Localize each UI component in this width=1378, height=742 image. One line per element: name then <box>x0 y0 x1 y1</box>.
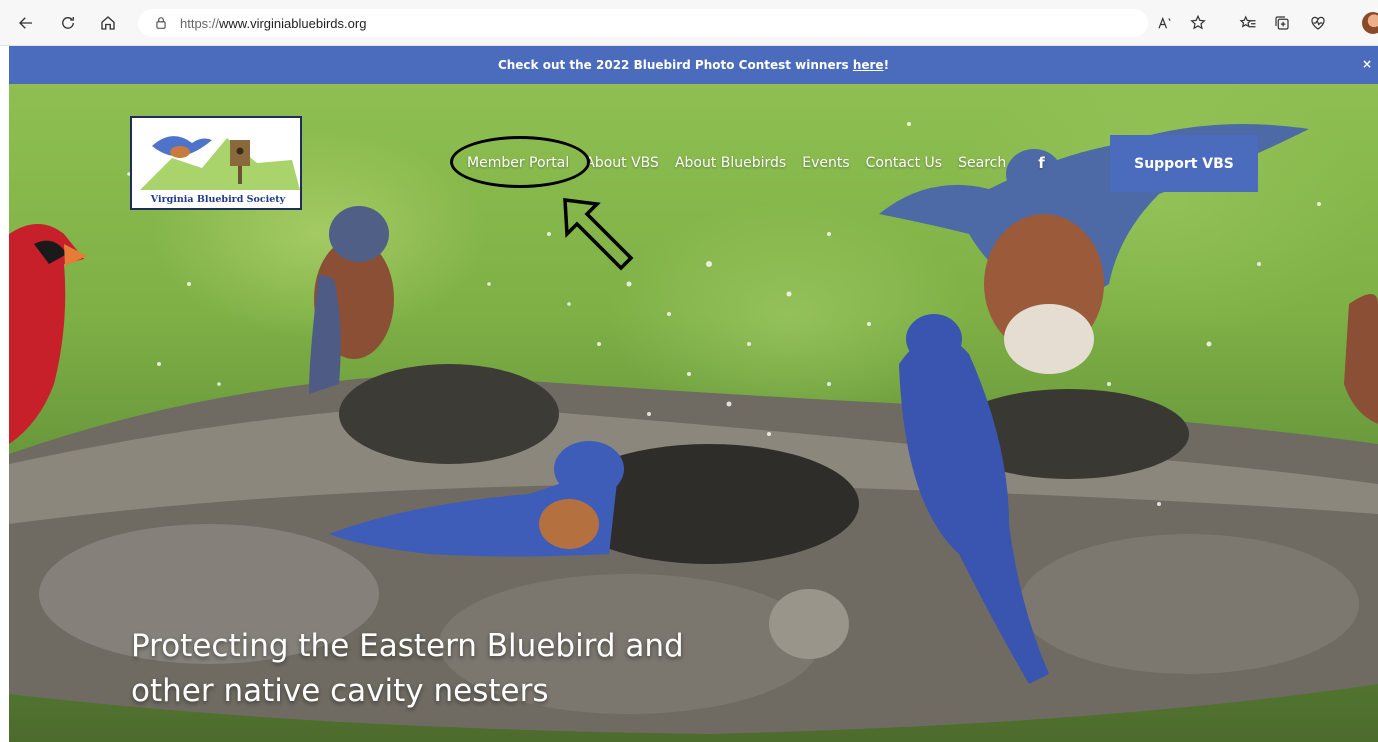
banner-close-button[interactable]: × <box>1362 57 1372 71</box>
url-text[interactable]: https://www.virginiabluebirds.org <box>180 16 366 31</box>
nav-about-vbs[interactable]: About VBS <box>585 155 659 171</box>
nav-contact-us[interactable]: Contact Us <box>866 155 942 171</box>
nav-events[interactable]: Events <box>802 155 849 171</box>
read-aloud-icon[interactable] <box>1153 11 1177 35</box>
health-icon[interactable] <box>1306 11 1330 35</box>
hero-heading: Protecting the Eastern Bluebird and othe… <box>131 628 684 709</box>
favorite-add-icon[interactable] <box>1186 11 1210 35</box>
banner-text: Check out the 2022 Bluebird Photo Contes… <box>497 58 890 72</box>
refresh-icon[interactable] <box>56 11 80 35</box>
nav-search[interactable]: Search <box>958 155 1006 171</box>
profile-avatar[interactable] <box>1362 12 1378 34</box>
back-icon[interactable] <box>14 11 38 35</box>
favorites-icon[interactable] <box>1236 11 1260 35</box>
nav-about-bluebirds[interactable]: About Bluebirds <box>675 155 786 171</box>
banner-link-here[interactable]: here <box>853 58 884 72</box>
annotation-circle <box>450 136 590 188</box>
facebook-icon[interactable]: f <box>1038 154 1045 172</box>
site-logo[interactable]: Virginia Bluebird Society <box>130 116 302 210</box>
annotation-arrow-icon <box>563 198 634 271</box>
announcement-banner: Check out the 2022 Bluebird Photo Contes… <box>9 46 1378 84</box>
support-vbs-button[interactable]: Support VBS <box>1110 135 1258 192</box>
address-bar[interactable]: https://www.virginiabluebirds.org <box>138 9 1148 37</box>
browser-toolbar: https://www.virginiabluebirds.org <box>0 0 1378 46</box>
home-icon[interactable] <box>96 11 120 35</box>
logo-text: Virginia Bluebird Society <box>150 194 286 205</box>
collections-icon[interactable] <box>1270 11 1294 35</box>
hero-section: Virginia Bluebird Society Member Portal … <box>9 84 1378 742</box>
lock-icon[interactable] <box>154 16 168 30</box>
